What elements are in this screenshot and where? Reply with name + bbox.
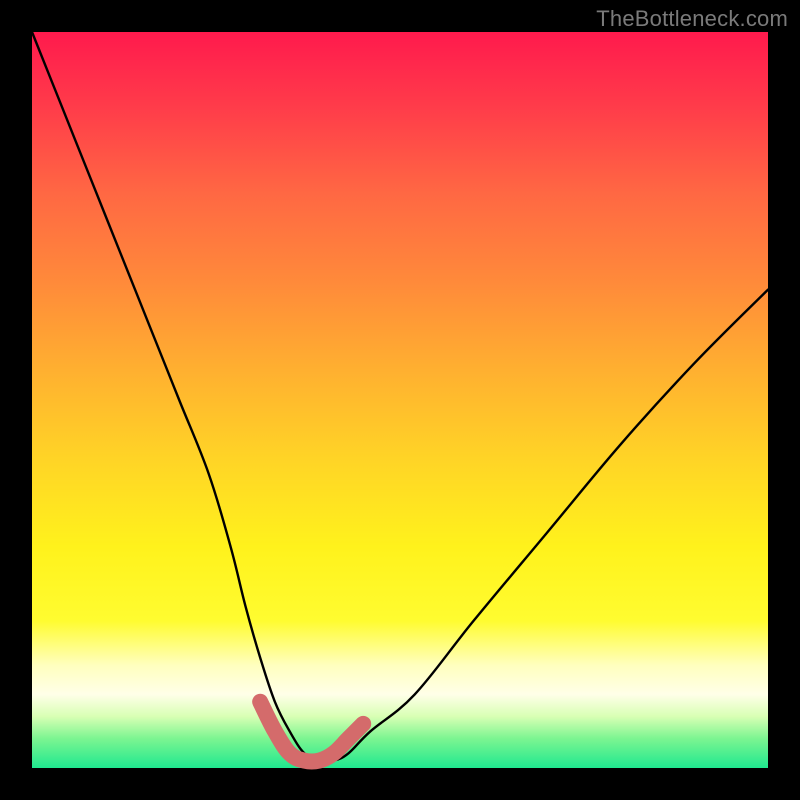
plot-area [32,32,768,768]
bottleneck-curve-svg [32,32,768,768]
watermark-text: TheBottleneck.com [596,6,788,32]
chart-frame: TheBottleneck.com [0,0,800,800]
bottleneck-curve [32,32,768,762]
